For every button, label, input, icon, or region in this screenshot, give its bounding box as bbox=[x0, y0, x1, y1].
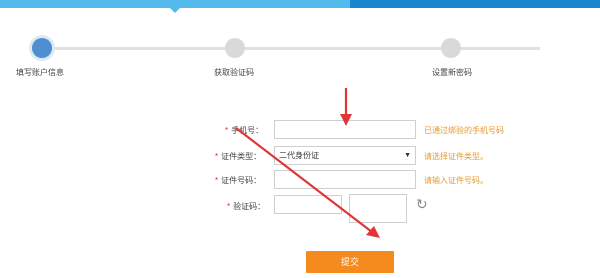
top-bar-pointer bbox=[170, 8, 180, 13]
id-type-selected-value: 二代身份证 bbox=[279, 151, 319, 160]
caret-down-icon: ▼ bbox=[404, 152, 411, 159]
step-1-label: 填写账户信息 bbox=[16, 68, 64, 77]
captcha-input[interactable] bbox=[274, 195, 342, 214]
id-number-input[interactable] bbox=[274, 170, 416, 189]
top-bar-completed-segment bbox=[0, 0, 350, 8]
id-type-label: * 证件类型： bbox=[215, 152, 262, 161]
id-number-hint: 请输入证件号码。 bbox=[424, 176, 488, 185]
id-type-hint: 请选择证件类型。 bbox=[424, 152, 488, 161]
phone-required-mark: * bbox=[225, 126, 229, 135]
id-number-required-mark: * bbox=[215, 176, 219, 185]
id-type-select[interactable]: 二代身份证 ▼ bbox=[274, 146, 416, 165]
top-bar-remaining-segment bbox=[350, 0, 600, 8]
captcha-image[interactable] bbox=[349, 194, 407, 223]
step-2-dot bbox=[225, 38, 245, 58]
id-type-required-mark: * bbox=[215, 152, 219, 161]
refresh-icon[interactable]: ↻ bbox=[416, 197, 428, 211]
phone-hint: 已通过绑验的手机号码 bbox=[424, 126, 504, 135]
steps-track bbox=[40, 47, 540, 50]
submit-button[interactable]: 提交 bbox=[306, 251, 394, 273]
captcha-required-mark: * bbox=[227, 202, 231, 211]
id-number-label: * 证件号码： bbox=[215, 176, 262, 185]
annotation-arrows bbox=[235, 88, 380, 238]
step-3-label: 设置新密码 bbox=[432, 68, 472, 77]
captcha-label: * 验证码： bbox=[227, 202, 266, 211]
phone-label: * 手机号： bbox=[225, 126, 264, 135]
top-progress-bar bbox=[0, 0, 600, 13]
step-3-dot bbox=[441, 38, 461, 58]
phone-input[interactable] bbox=[274, 120, 416, 139]
step-1-dot bbox=[32, 38, 52, 58]
step-2-label: 获取验证码 bbox=[214, 68, 254, 77]
annotation-arrow-diagonal-head bbox=[366, 226, 380, 238]
